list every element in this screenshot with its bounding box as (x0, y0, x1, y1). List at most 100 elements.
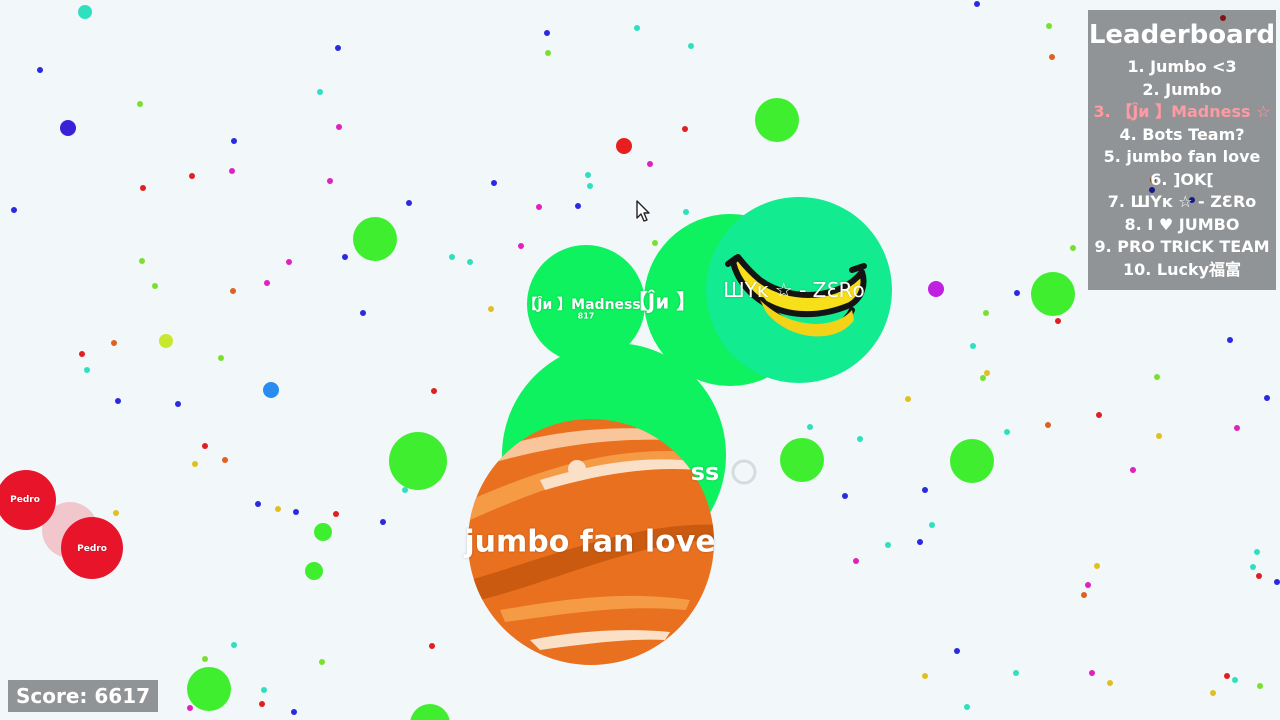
leaderboard-name: Jumbo (1165, 79, 1222, 99)
food-pellet (286, 259, 292, 265)
food-pellet (1096, 412, 1102, 418)
leaderboard-entry: 1. Jumbo <3 (1088, 56, 1276, 79)
food-pellet (231, 642, 237, 648)
leaderboard-rank: 5. (1103, 147, 1127, 166)
food-pellet (917, 539, 923, 545)
green-cell (389, 432, 447, 490)
food-pellet (231, 138, 237, 144)
leaderboard-rank: 3. (1093, 102, 1117, 121)
food-pellet (222, 457, 228, 463)
food-pellet (1070, 245, 1076, 251)
food-pellet (682, 126, 688, 132)
food-pellet (111, 340, 117, 346)
food-pellet (230, 288, 236, 294)
food-pellet (1094, 563, 1100, 569)
food-pellet (319, 659, 325, 665)
food-pellet (964, 704, 970, 710)
green-cell (780, 438, 824, 482)
tiny-cell (616, 138, 632, 154)
food-pellet (1227, 337, 1233, 343)
food-pellet (885, 542, 891, 548)
green-cell (950, 439, 994, 483)
food-pellet (259, 701, 265, 707)
food-pellet (1156, 433, 1162, 439)
leaderboard-entry: 2. Jumbo (1088, 79, 1276, 102)
food-pellet (327, 178, 333, 184)
food-pellet (929, 522, 935, 528)
leaderboard-name: 【Ĵи 】Madness ☆ (1116, 102, 1271, 121)
green-cell (314, 523, 332, 541)
food-pellet (139, 258, 145, 264)
tiny-cell (78, 5, 92, 19)
food-pellet (317, 89, 323, 95)
leaderboard-rank: 8. (1124, 214, 1148, 234)
food-pellet (333, 511, 339, 517)
food-pellet (536, 204, 542, 210)
leaderboard-rank: 9. (1094, 237, 1118, 256)
food-pellet (807, 424, 813, 430)
food-pellet (1250, 564, 1256, 570)
food-pellet (544, 30, 550, 36)
food-pellet (449, 254, 455, 260)
leaderboard-name: ШYĸ ☆ - ZƐRо (1130, 192, 1257, 211)
leaderboard-entry: 6. ]OK[ (1088, 169, 1276, 192)
leaderboard-list: 1. Jumbo <3 2. Jumbo 3. 【Ĵи 】Madness ☆ 4. B… (1088, 56, 1276, 281)
food-pellet (853, 558, 859, 564)
leaderboard-entry: 10. Lucky福富 (1088, 259, 1276, 282)
leaderboard-title: Leaderboard (1088, 20, 1276, 50)
food-pellet (261, 687, 267, 693)
leaderboard-name: PRO TRICK TEAM (1117, 237, 1270, 256)
food-pellet (970, 343, 976, 349)
food-pellet (518, 243, 524, 249)
food-pellet (335, 45, 341, 51)
green-cell (305, 562, 323, 580)
food-pellet (84, 367, 90, 373)
food-pellet (980, 375, 986, 381)
biohazard-icon (731, 459, 757, 485)
leaderboard-name: Lucky福富 (1156, 259, 1242, 279)
food-pellet (175, 401, 181, 407)
food-pellet (1254, 549, 1260, 555)
food-pellet (140, 185, 146, 191)
player-cell-small (527, 245, 645, 363)
food-pellet (360, 310, 366, 316)
food-pellet (1049, 54, 1055, 60)
food-pellet (922, 673, 928, 679)
food-pellet (336, 124, 342, 130)
leaderboard-name: Jumbo <3 (1150, 57, 1237, 76)
food-pellet (1224, 673, 1230, 679)
food-pellet (202, 656, 208, 662)
green-cell (410, 704, 450, 720)
food-pellet (431, 388, 437, 394)
food-pellet (688, 43, 694, 49)
leaderboard-name: jumbo fan love (1126, 147, 1261, 166)
food-pellet (491, 180, 497, 186)
food-pellet (202, 443, 208, 449)
food-pellet (857, 436, 863, 442)
pedro-cell (61, 517, 123, 579)
leaderboard-rank: 10. (1122, 259, 1157, 279)
food-pellet (264, 280, 270, 286)
food-pellet (152, 283, 158, 289)
food-pellet (652, 240, 658, 246)
food-pellet (1085, 582, 1091, 588)
food-pellet (275, 506, 281, 512)
leaderboard-entry: 8. I ♥ JUMBO (1088, 214, 1276, 237)
food-pellet (429, 643, 435, 649)
food-pellet (983, 310, 989, 316)
green-cell (755, 98, 799, 142)
food-pellet (1256, 573, 1262, 579)
green-cell (353, 217, 397, 261)
leaderboard-entry: 4. Bots Team? (1088, 124, 1276, 147)
food-pellet (922, 487, 928, 493)
food-pellet (683, 209, 689, 215)
leaderboard-entry: 7. ШYĸ ☆ - ZƐRо (1088, 191, 1276, 214)
food-pellet (1232, 677, 1238, 683)
food-pellet (1046, 23, 1052, 29)
food-pellet (229, 168, 235, 174)
food-pellet (984, 370, 990, 376)
food-pellet (218, 355, 224, 361)
leaderboard-name: Bots Team? (1142, 124, 1245, 144)
food-pellet (974, 1, 980, 7)
food-pellet (1234, 425, 1240, 431)
